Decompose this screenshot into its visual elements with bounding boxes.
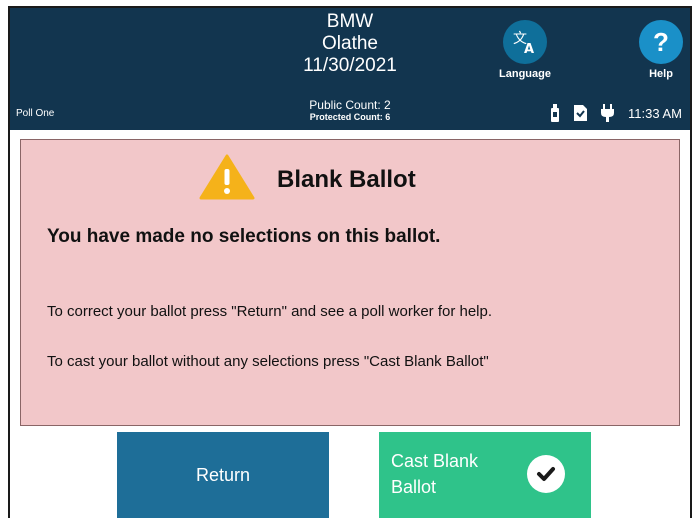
translate-icon: 文 A [503, 20, 547, 64]
return-button[interactable]: Return [117, 432, 329, 518]
voting-screen: BMW Olathe 11/30/2021 文 A Language ? Hel… [8, 6, 692, 518]
help-button[interactable]: ? Help [630, 20, 690, 80]
question-icon: ? [639, 20, 683, 64]
blank-ballot-dialog: Blank Ballot You have made no selections… [20, 139, 680, 426]
warning-triangle-icon [199, 154, 255, 205]
cast-blank-ballot-label: Cast Blank Ballot [391, 451, 479, 497]
dialog-instruction-cast: To cast your ballot without any selectio… [47, 353, 489, 370]
checkmark-icon [527, 455, 565, 493]
clock: 11:33 AM [628, 105, 682, 121]
return-button-label: Return [195, 464, 251, 485]
header-bar: BMW Olathe 11/30/2021 文 A Language ? Hel… [10, 8, 690, 130]
dialog-title-row: Blank Ballot [199, 154, 416, 205]
status-bar: Poll One Public Count: 2 Protected Count… [10, 94, 690, 130]
dialog-headline: You have made no selections on this ball… [47, 226, 441, 247]
svg-text:A: A [524, 42, 534, 56]
power-plug-icon [601, 104, 615, 122]
language-label: Language [499, 68, 551, 80]
dialog-instruction-return: To correct your ballot press "Return" an… [47, 303, 493, 320]
help-label: Help [649, 68, 673, 80]
election-date: 11/30/2021 [303, 55, 397, 76]
election-name: BMW [326, 11, 374, 32]
document-icon [574, 105, 588, 121]
election-location: Olathe [322, 33, 378, 54]
election-info: BMW Olathe 11/30/2021 [10, 11, 690, 77]
dialog-title: Blank Ballot [277, 165, 416, 193]
usb-drive-icon [550, 104, 560, 122]
language-button[interactable]: 文 A Language [494, 20, 556, 80]
status-icons: 11:33 AM [550, 104, 682, 122]
cast-blank-ballot-button[interactable]: Cast Blank Ballot [379, 432, 591, 518]
